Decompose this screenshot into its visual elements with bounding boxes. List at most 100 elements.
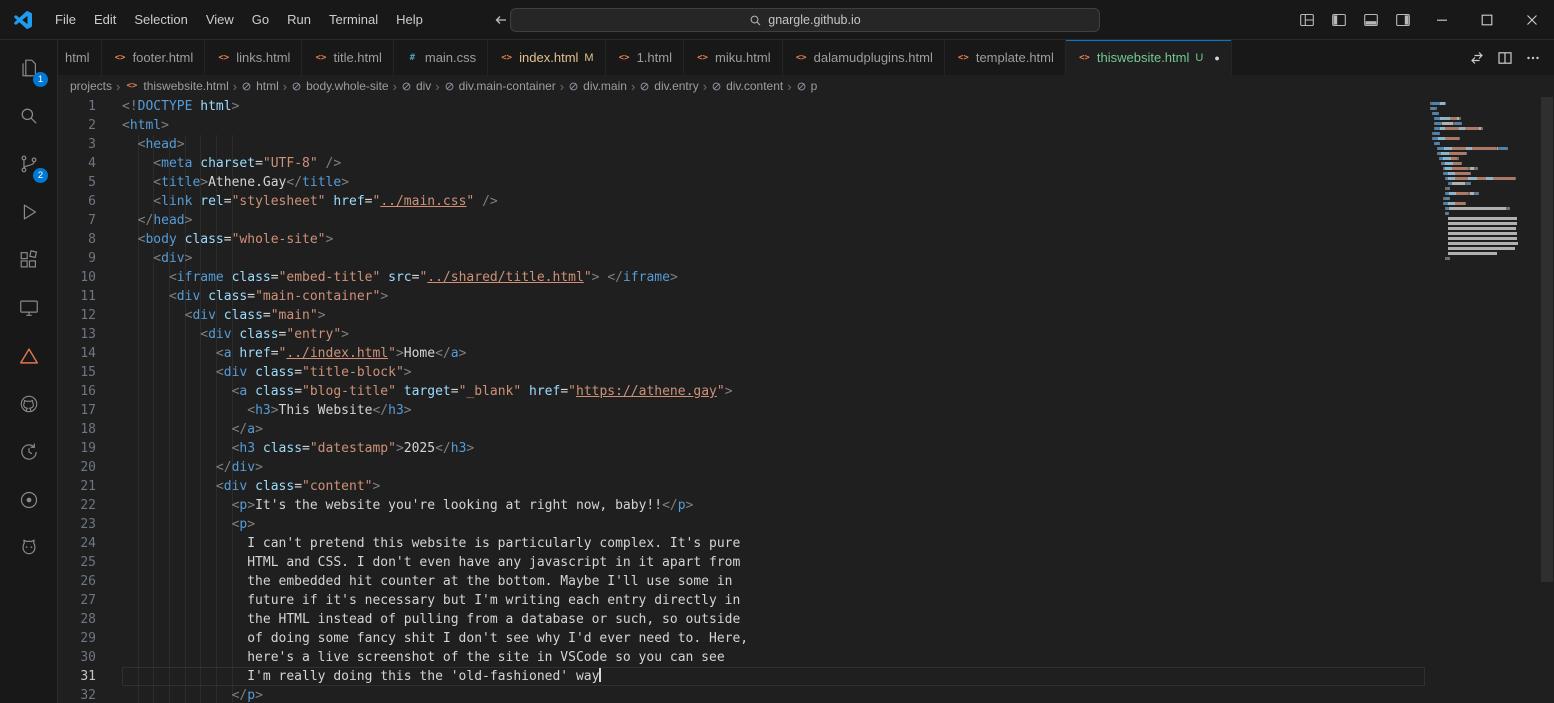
- tab-links-html[interactable]: <>links.html: [205, 40, 302, 75]
- toggle-panel-icon[interactable]: [1357, 6, 1385, 34]
- code-line-19[interactable]: 19 <h3 class="datestamp">2025</h3>: [58, 439, 1425, 458]
- tab-html[interactable]: html: [58, 40, 102, 75]
- activity-remote-explorer[interactable]: [0, 284, 57, 332]
- menu-terminal[interactable]: Terminal: [320, 7, 387, 32]
- code-line-27[interactable]: 27 future if it's necessary but I'm writ…: [58, 591, 1425, 610]
- line-content: <div class="title-block">: [122, 363, 412, 382]
- code-line-13[interactable]: 13 <div class="entry">: [58, 325, 1425, 344]
- breadcrumb-div[interactable]: div: [401, 79, 431, 93]
- breadcrumb-projects[interactable]: projects: [70, 79, 112, 93]
- menu-file[interactable]: File: [46, 7, 85, 32]
- editor-group: html<>footer.html<>links.html<>title.htm…: [58, 40, 1554, 703]
- scrollbar-thumb[interactable]: [1541, 97, 1553, 582]
- code-line-15[interactable]: 15 <div class="title-block">: [58, 363, 1425, 382]
- breadcrumb-p[interactable]: p: [796, 79, 818, 93]
- breadcrumb-div-content[interactable]: div.content: [711, 79, 783, 93]
- code-line-11[interactable]: 11 <div class="main-container">: [58, 287, 1425, 306]
- code-line-29[interactable]: 29 of doing some fancy shit I don't see …: [58, 629, 1425, 648]
- more-actions-icon[interactable]: [1522, 47, 1544, 69]
- command-center[interactable]: gnargle.github.io: [510, 8, 1100, 32]
- breadcrumb-div-entry[interactable]: div.entry: [639, 79, 698, 93]
- code-line-20[interactable]: 20 </div>: [58, 458, 1425, 477]
- code-line-5[interactable]: 5 <title>Athene.Gay</title>: [58, 173, 1425, 192]
- code-line-9[interactable]: 9 <div>: [58, 249, 1425, 268]
- tab-footer-html[interactable]: <>footer.html: [102, 40, 206, 75]
- menu-selection[interactable]: Selection: [125, 7, 196, 32]
- tab-index-html[interactable]: <>index.htmlM: [488, 40, 605, 75]
- code-line-1[interactable]: 1<!DOCTYPE html>: [58, 97, 1425, 116]
- menu-go[interactable]: Go: [243, 7, 278, 32]
- code-line-14[interactable]: 14 <a href="../index.html">Home</a>: [58, 344, 1425, 363]
- code-line-25[interactable]: 25 HTML and CSS. I don't even have any j…: [58, 553, 1425, 572]
- menu-run[interactable]: Run: [278, 7, 320, 32]
- code-line-23[interactable]: 23 <p>: [58, 515, 1425, 534]
- breadcrumb-html[interactable]: html: [241, 79, 279, 93]
- tab-thiswebsite-html[interactable]: <>thiswebsite.htmlU●: [1066, 40, 1232, 75]
- activity-explorer[interactable]: 1: [0, 44, 57, 92]
- line-number: 12: [58, 306, 122, 325]
- code-line-6[interactable]: 6 <link rel="stylesheet" href="../main.c…: [58, 192, 1425, 211]
- code-line-32[interactable]: 32 </p>: [58, 686, 1425, 703]
- line-content: <h3 class="datestamp">2025</h3>: [122, 439, 474, 458]
- activity-extension-circle[interactable]: [0, 476, 57, 524]
- code-line-24[interactable]: 24 I can't pretend this website is parti…: [58, 534, 1425, 553]
- toggle-secondary-sidebar-icon[interactable]: [1389, 6, 1417, 34]
- tab-template-html[interactable]: <>template.html: [945, 40, 1066, 75]
- menu-edit[interactable]: Edit: [85, 7, 125, 32]
- breadcrumb-body-whole-site[interactable]: body.whole-site: [291, 79, 389, 93]
- activity-run-debug[interactable]: [0, 188, 57, 236]
- code-line-18[interactable]: 18 </a>: [58, 420, 1425, 439]
- menu-view[interactable]: View: [197, 7, 243, 32]
- code-line-31[interactable]: 31 I'm really doing this the 'old-fashio…: [58, 667, 1425, 686]
- code-line-16[interactable]: 16 <a class="blog-title" target="_blank"…: [58, 382, 1425, 401]
- unsaved-dot-icon[interactable]: ●: [1214, 53, 1219, 63]
- back-button[interactable]: [490, 9, 512, 31]
- workspace-name: gnargle.github.io: [768, 13, 860, 27]
- code-line-10[interactable]: 10 <iframe class="embed-title" src="../s…: [58, 268, 1425, 287]
- code-line-21[interactable]: 21 <div class="content">: [58, 477, 1425, 496]
- open-changes-icon[interactable]: [1466, 47, 1488, 69]
- toggle-primary-sidebar-icon[interactable]: [1325, 6, 1353, 34]
- tab-dalamudplugins-html[interactable]: <>dalamudplugins.html: [783, 40, 945, 75]
- code-line-22[interactable]: 22 <p>It's the website you're looking at…: [58, 496, 1425, 515]
- activity-extension-triangle[interactable]: [0, 332, 57, 380]
- breadcrumb-div-main-container[interactable]: div.main-container: [444, 79, 556, 93]
- activity-github[interactable]: [0, 380, 57, 428]
- breadcrumb-div-main[interactable]: div.main: [568, 79, 627, 93]
- activity-search[interactable]: [0, 92, 57, 140]
- code-line-4[interactable]: 4 <meta charset="UTF-8" />: [58, 154, 1425, 173]
- menu-help[interactable]: Help: [387, 7, 432, 32]
- code-line-2[interactable]: 2<html>: [58, 116, 1425, 135]
- activity-extension-cat[interactable]: [0, 524, 57, 572]
- minimap[interactable]: [1425, 97, 1540, 703]
- breadcrumb-thiswebsite-html[interactable]: <>thiswebsite.html: [124, 78, 228, 94]
- tab-1-html[interactable]: <>1.html: [606, 40, 684, 75]
- code-line-30[interactable]: 30 here's a live screenshot of the site …: [58, 648, 1425, 667]
- minimap-content: [1430, 101, 1540, 261]
- tab-miku-html[interactable]: <>miku.html: [684, 40, 783, 75]
- code-line-26[interactable]: 26 the embedded hit counter at the botto…: [58, 572, 1425, 591]
- maximize-button[interactable]: [1464, 0, 1509, 40]
- close-button[interactable]: [1509, 0, 1554, 40]
- code-line-7[interactable]: 7 </head>: [58, 211, 1425, 230]
- line-content: <h3>This Website</h3>: [122, 401, 412, 420]
- html-file-icon: <>: [1077, 50, 1092, 66]
- split-editor-icon[interactable]: [1494, 47, 1516, 69]
- tab-title-html[interactable]: <>title.html: [302, 40, 393, 75]
- activity-extensions[interactable]: [0, 236, 57, 284]
- activity-source-control[interactable]: 2: [0, 140, 57, 188]
- minimize-button[interactable]: [1419, 0, 1464, 40]
- activity-history[interactable]: [0, 428, 57, 476]
- code-line-3[interactable]: 3 <head>: [58, 135, 1425, 154]
- code-line-12[interactable]: 12 <div class="main">: [58, 306, 1425, 325]
- code-line-17[interactable]: 17 <h3>This Website</h3>: [58, 401, 1425, 420]
- customize-layout-icon[interactable]: [1293, 6, 1321, 34]
- code-area[interactable]: 1<!DOCTYPE html>2<html>3 <head>4 <meta c…: [58, 97, 1425, 703]
- scm-badge: 2: [33, 168, 48, 183]
- line-content: the HTML instead of pulling from a datab…: [122, 610, 740, 629]
- code-line-28[interactable]: 28 the HTML instead of pulling from a da…: [58, 610, 1425, 629]
- code-line-8[interactable]: 8 <body class="whole-site">: [58, 230, 1425, 249]
- editor-scrollbar[interactable]: [1540, 97, 1554, 703]
- symbol-tag-icon: [639, 81, 650, 92]
- tab-main-css[interactable]: #main.css: [394, 40, 488, 75]
